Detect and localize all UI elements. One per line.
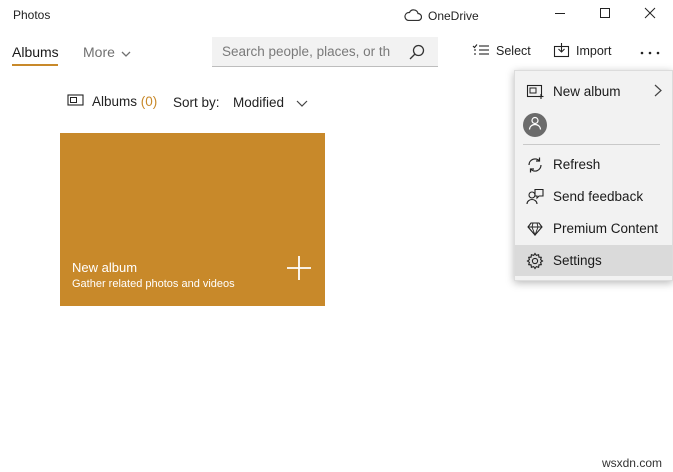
new-album-icon	[525, 82, 545, 102]
more-options-menu: New album Refresh Send feedback Premium …	[514, 70, 673, 281]
sort-dropdown[interactable]: Modified	[233, 95, 308, 110]
onedrive-status[interactable]: OneDrive	[404, 6, 479, 26]
import-icon	[553, 42, 570, 61]
sort-value: Modified	[233, 95, 285, 110]
maximize-button[interactable]	[582, 0, 628, 30]
minimize-icon	[554, 6, 566, 24]
import-label: Import	[576, 44, 612, 58]
sort-by-label: Sort by:	[173, 95, 220, 110]
watermark: wsxdn.com	[601, 456, 662, 470]
menu-item-settings[interactable]: Settings	[515, 245, 672, 276]
tile-subtitle: Gather related photos and videos	[72, 278, 235, 290]
menu-label-new-album: New album	[553, 84, 621, 99]
onedrive-label: OneDrive	[428, 9, 479, 23]
plus-icon	[287, 256, 311, 285]
select-button[interactable]: Select	[472, 42, 531, 60]
tab-more[interactable]: More	[83, 44, 131, 60]
chevron-down-icon	[121, 44, 131, 60]
menu-item-refresh[interactable]: Refresh	[515, 149, 672, 180]
search-icon[interactable]	[408, 43, 426, 66]
menu-label-settings: Settings	[553, 253, 602, 268]
menu-label-refresh: Refresh	[553, 157, 601, 172]
tab-albums[interactable]: Albums	[12, 44, 59, 60]
search-input[interactable]	[212, 37, 412, 65]
tile-title: New album	[72, 260, 138, 275]
maximize-icon	[599, 6, 611, 24]
minimize-button[interactable]	[537, 0, 583, 30]
menu-item-premium-content[interactable]: Premium Content	[515, 213, 672, 244]
menu-label-send-feedback: Send feedback	[553, 189, 644, 204]
select-label: Select	[496, 44, 531, 58]
albums-label: Albums (0)	[92, 94, 157, 109]
active-tab-indicator	[12, 64, 58, 66]
chevron-down-icon	[296, 95, 308, 110]
close-icon	[644, 6, 656, 24]
close-button[interactable]	[627, 0, 673, 30]
menu-divider	[523, 144, 660, 145]
search-box[interactable]	[212, 37, 438, 67]
album-icon	[67, 93, 84, 110]
albums-heading: Albums	[92, 94, 138, 109]
person-icon	[528, 116, 542, 135]
albums-header: Albums (0)	[67, 93, 157, 110]
tab-more-label: More	[83, 44, 115, 60]
more-options-button[interactable]	[638, 42, 662, 60]
chevron-right-icon	[654, 84, 662, 100]
gear-icon	[525, 251, 545, 271]
refresh-icon	[525, 155, 545, 175]
avatar[interactable]	[523, 113, 547, 137]
menu-item-send-feedback[interactable]: Send feedback	[515, 181, 672, 212]
select-list-icon	[472, 43, 490, 60]
menu-item-new-album[interactable]: New album	[515, 76, 672, 107]
app-title: Photos	[13, 8, 51, 22]
feedback-icon	[525, 187, 545, 207]
menu-label-premium-content: Premium Content	[553, 221, 659, 236]
cloud-icon	[404, 8, 423, 24]
new-album-tile[interactable]: New album Gather related photos and vide…	[60, 133, 325, 306]
diamond-icon	[525, 219, 545, 239]
ellipsis-icon	[640, 42, 660, 60]
albums-count: (0)	[140, 94, 158, 109]
import-button[interactable]: Import	[553, 42, 611, 60]
